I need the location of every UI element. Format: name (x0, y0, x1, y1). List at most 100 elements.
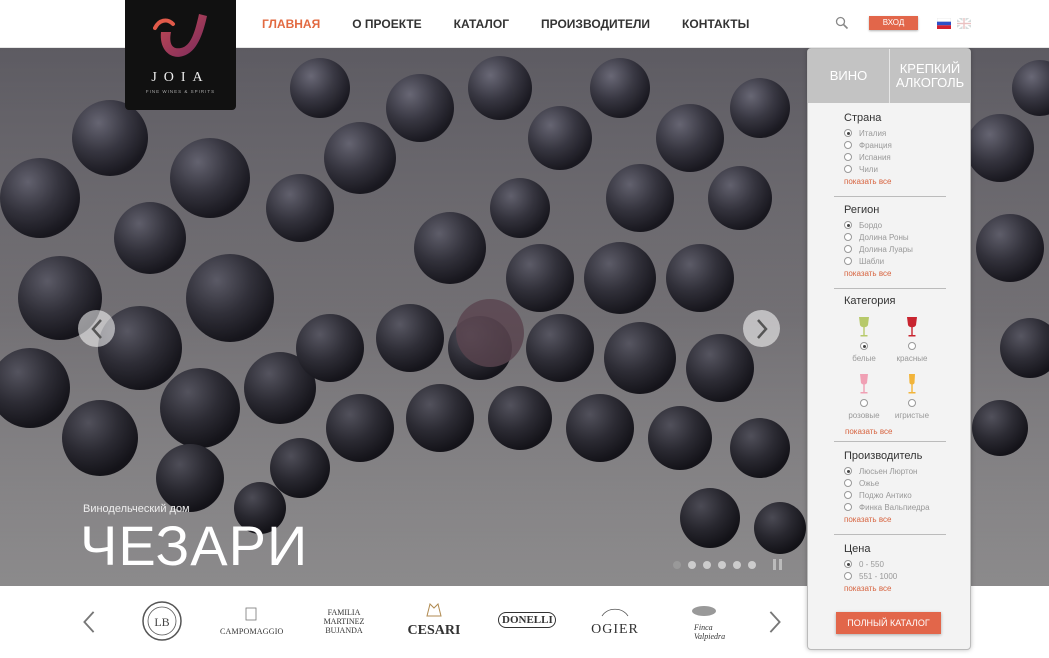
main-nav: ГЛАВНАЯ О ПРОЕКТЕ КАТАЛОГ ПРОИЗВОДИТЕЛИ … (262, 17, 781, 31)
radio-button[interactable] (844, 503, 852, 511)
radio-button[interactable] (844, 572, 852, 580)
radio-button[interactable] (860, 342, 868, 350)
rose-wine-glass-icon (860, 374, 868, 394)
country-option[interactable]: Испания (844, 151, 944, 163)
nav-contacts[interactable]: КОНТАКТЫ (682, 17, 749, 31)
brands-prev-arrow-icon[interactable] (80, 610, 98, 634)
radio-button[interactable] (844, 141, 852, 149)
radio-button[interactable] (844, 129, 852, 137)
radio-button[interactable] (844, 153, 852, 161)
filter-title: Производитель (844, 450, 923, 462)
divider (834, 534, 946, 535)
slider-dot[interactable] (673, 560, 681, 569)
svg-text:LB: LB (154, 615, 169, 629)
option-label: розовые (848, 411, 880, 420)
brand-logo-seal[interactable]: LB (137, 600, 187, 647)
slider-dot[interactable] (718, 560, 726, 569)
brands-next-arrow-icon[interactable] (766, 610, 784, 634)
tab-spirits[interactable]: КРЕПКИЙ АЛКОГОЛЬ (889, 49, 970, 103)
slider-dot[interactable] (748, 560, 756, 569)
category-sparkling[interactable]: игристые (892, 373, 932, 420)
radio-button[interactable] (844, 257, 852, 265)
brand-name: CESARI (407, 623, 461, 638)
radio-button[interactable] (844, 560, 852, 568)
brand-seal-icon: LB (142, 601, 182, 641)
brand-finca-valpiedra[interactable]: Finca Valpiedra (676, 604, 734, 641)
slider-dot[interactable] (733, 560, 741, 569)
filter-price: Цена 0 - 550 551 - 1000 показать все (844, 543, 944, 593)
english-flag-icon[interactable] (956, 16, 972, 30)
radio-button[interactable] (860, 399, 868, 407)
category-white[interactable]: белые (844, 316, 884, 363)
brand-ogier[interactable]: OGIER (584, 604, 646, 638)
radio-button[interactable] (844, 165, 852, 173)
option-label: Долина Луары (859, 244, 913, 254)
producer-option[interactable]: Ожье (844, 477, 944, 489)
hero-prev-button[interactable] (78, 310, 115, 347)
logo-name: JOIA (151, 70, 210, 85)
filter-title: Страна (844, 112, 882, 124)
filter-title: Категория (844, 295, 896, 307)
region-option[interactable]: Бордо (844, 219, 944, 231)
hero-next-button[interactable] (743, 310, 780, 347)
show-all-link[interactable]: показать все (844, 269, 944, 278)
brand-ogier-crest-icon (601, 608, 629, 617)
brand-martinez-bujanda[interactable]: FAMILIA MARTINEZ BUJANDA (316, 608, 372, 635)
pause-icon[interactable] (773, 559, 782, 570)
country-option[interactable]: Чили (844, 163, 944, 175)
russian-flag-icon[interactable] (936, 16, 952, 29)
radio-button[interactable] (844, 233, 852, 241)
divider (834, 441, 946, 442)
price-option[interactable]: 551 - 1000 (844, 570, 944, 582)
full-catalog-button[interactable]: ПОЛНЫЙ КАТАЛОГ (836, 612, 941, 634)
radio-button[interactable] (908, 399, 916, 407)
region-option[interactable]: Долина Луары (844, 243, 944, 255)
hero-title: ЧЕЗАРИ (80, 514, 309, 577)
category-rose[interactable]: розовые (844, 373, 884, 420)
radio-button[interactable] (844, 221, 852, 229)
show-all-link[interactable]: показать все (845, 427, 892, 436)
radio-button[interactable] (844, 245, 852, 253)
price-option[interactable]: 0 - 550 (844, 558, 944, 570)
country-option[interactable]: Италия (844, 127, 944, 139)
show-all-link[interactable]: показать все (844, 177, 944, 186)
brand-crest-icon (245, 607, 257, 621)
logo-mark-icon (153, 14, 207, 57)
slider-dot[interactable] (688, 560, 696, 569)
country-option[interactable]: Франция (844, 139, 944, 151)
producer-option[interactable]: Люсьен Люртон (844, 465, 944, 477)
chevron-left-icon (90, 318, 102, 339)
search-icon[interactable] (835, 16, 849, 30)
nav-producers[interactable]: ПРОИЗВОДИТЕЛИ (541, 17, 650, 31)
nav-about[interactable]: О ПРОЕКТЕ (352, 17, 421, 31)
producer-option[interactable]: Финка Вальпиедра (844, 501, 944, 513)
radio-button[interactable] (908, 342, 916, 350)
show-all-link[interactable]: показать все (844, 515, 944, 524)
radio-button[interactable] (844, 479, 852, 487)
tab-wine[interactable]: ВИНО (808, 49, 889, 103)
login-button[interactable]: ВХОД (869, 16, 918, 30)
option-label: Бордо (859, 220, 883, 230)
nav-home[interactable]: ГЛАВНАЯ (262, 17, 320, 31)
producer-option[interactable]: Поджо Антико (844, 489, 944, 501)
filter-region: Регион Бордо Долина Роны Долина Луары Ша… (844, 204, 944, 278)
region-option[interactable]: Долина Роны (844, 231, 944, 243)
brand-campomaggio[interactable]: CAMPOMAGGIO (220, 606, 283, 636)
divider (834, 196, 946, 197)
brand-cesari-crest-icon (426, 603, 442, 617)
category-red[interactable]: красные (892, 316, 932, 363)
region-option[interactable]: Шабли (844, 255, 944, 267)
brand-cesari[interactable]: CESARI (403, 602, 465, 639)
radio-button[interactable] (844, 467, 852, 475)
slider-dot[interactable] (703, 560, 711, 569)
logo[interactable]: JOIA FINE WINES & SPIRITS (125, 0, 236, 110)
divider (834, 288, 946, 289)
show-all-link[interactable]: показать все (844, 584, 944, 593)
option-label: Долина Роны (859, 232, 909, 242)
nav-catalog[interactable]: КАТАЛОГ (454, 17, 509, 31)
filter-producer: Производитель Люсьен Люртон Ожье Поджо А… (844, 450, 944, 524)
option-label: Чили (859, 164, 878, 174)
radio-button[interactable] (844, 491, 852, 499)
brand-donelli[interactable]: DONELLI (498, 612, 556, 628)
option-label: игристые (894, 411, 930, 420)
